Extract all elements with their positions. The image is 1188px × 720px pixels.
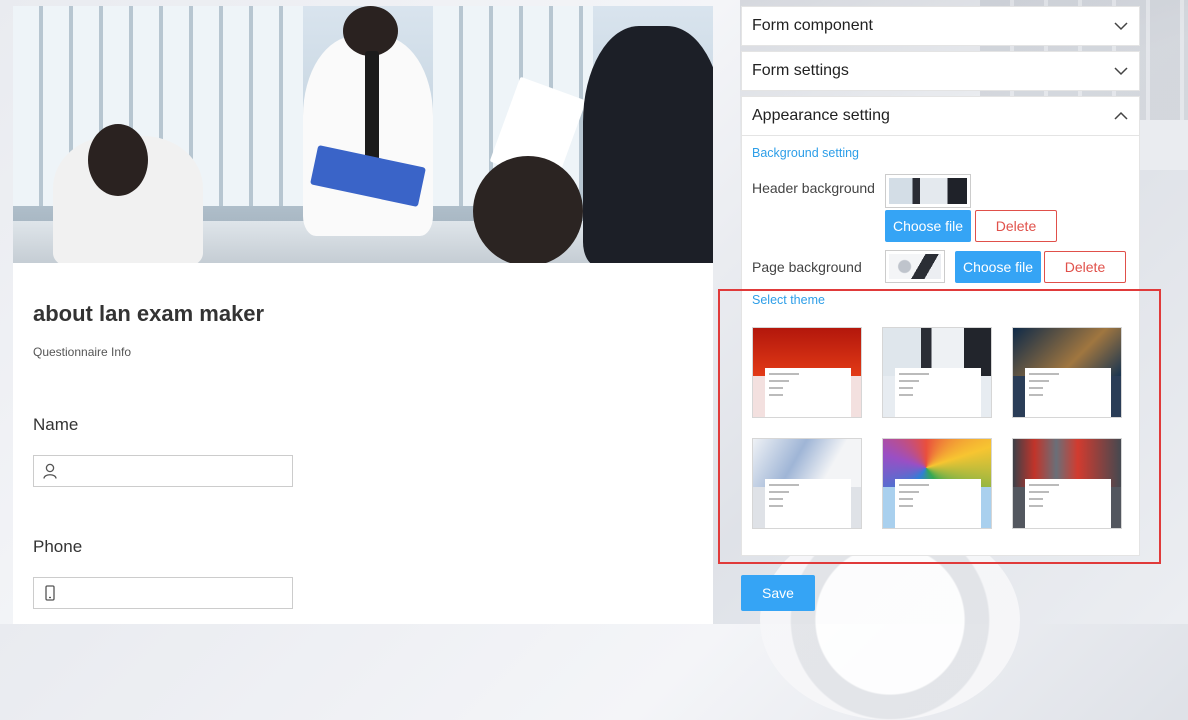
form-component-panel: Form component <box>741 6 1140 46</box>
standing-man-head <box>343 6 398 56</box>
chevron-down-icon <box>1114 22 1128 31</box>
appearance-setting-label: Appearance setting <box>752 107 890 124</box>
header-choose-file-button[interactable]: Choose file <box>885 210 971 242</box>
header-background-thumbnail <box>885 174 971 208</box>
chevron-up-icon <box>1114 111 1128 120</box>
question-phone-label: Phone <box>33 537 83 556</box>
necktie <box>365 51 379 171</box>
form-settings-label: Form settings <box>752 62 849 79</box>
form-subtitle: Questionnaire Info <box>33 345 132 359</box>
page-delete-button[interactable]: Delete <box>1044 250 1126 283</box>
form-preview: about lan exam maker Questionnaire Info … <box>13 6 713 624</box>
seated-person-head <box>473 156 583 263</box>
header-background-label: Header background <box>752 180 875 196</box>
page-background-row: Page background Choose file Delete <box>752 250 1129 283</box>
theme-option[interactable] <box>882 327 992 418</box>
background-setting-title: Background setting <box>752 146 860 160</box>
appearance-setting-panel: Appearance setting Background setting He… <box>741 96 1140 556</box>
header-image <box>13 6 713 263</box>
theme-option[interactable] <box>882 438 992 529</box>
question-name-label: Name <box>33 415 79 434</box>
theme-option[interactable] <box>1012 438 1122 529</box>
theme-card-preview <box>765 479 851 528</box>
page-background-label: Page background <box>752 258 862 275</box>
theme-card-preview <box>895 368 981 417</box>
header-delete-button[interactable]: Delete <box>975 210 1057 242</box>
chevron-down-icon <box>1114 67 1128 76</box>
man-in-suit <box>583 26 713 263</box>
theme-card-preview <box>1025 479 1111 528</box>
user-icon <box>43 463 57 479</box>
page-background-thumbnail <box>885 250 945 283</box>
appearance-setting-header[interactable]: Appearance setting <box>742 97 1139 135</box>
name-input[interactable] <box>33 455 293 487</box>
save-button[interactable]: Save <box>741 575 815 611</box>
theme-option[interactable] <box>752 327 862 418</box>
header-background-row: Header background Choose file Delete <box>752 174 1129 242</box>
theme-grid <box>752 327 1129 529</box>
form-body: about lan exam maker Questionnaire Info … <box>13 301 713 609</box>
select-theme-title: Select theme <box>752 293 825 307</box>
seated-woman-head <box>88 124 148 196</box>
theme-option[interactable] <box>752 438 862 529</box>
form-component-label: Form component <box>752 17 873 34</box>
theme-card-preview <box>765 368 851 417</box>
theme-card-preview <box>895 479 981 528</box>
form-title: about lan exam maker <box>33 301 265 326</box>
form-settings-header[interactable]: Form settings <box>742 52 1139 90</box>
appearance-setting-body: Background setting Header background Cho… <box>742 135 1139 535</box>
form-settings-panel: Form settings <box>741 51 1140 91</box>
phone-icon <box>45 585 55 601</box>
header-background-controls: Choose file Delete <box>885 174 1057 242</box>
theme-card-preview <box>1025 368 1111 417</box>
phone-input[interactable] <box>33 577 293 609</box>
theme-option[interactable] <box>1012 327 1122 418</box>
page-choose-file-button[interactable]: Choose file <box>955 250 1041 283</box>
form-component-header[interactable]: Form component <box>742 7 1139 45</box>
